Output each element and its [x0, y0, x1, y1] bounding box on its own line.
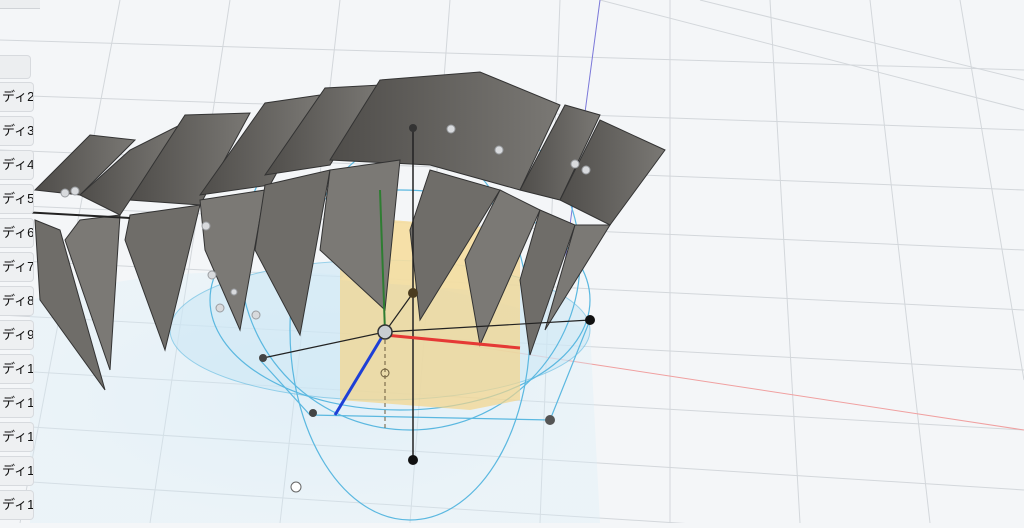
layer-item[interactable]: ディ10	[0, 354, 34, 384]
layer-item[interactable]: ディ6	[0, 218, 34, 248]
layer-item[interactable]: ディ9	[0, 320, 34, 350]
3d-viewport[interactable]	[0, 0, 1024, 528]
layer-item[interactable]: ディ5	[0, 184, 34, 214]
layer-panel: ディ2 ディ3 ディ4 ディ5 ディ6 ディ7 ディ8 ディ9 ディ10 ディ11 ディ12 ディ13…	[0, 0, 40, 523]
panel-top-tab[interactable]	[0, 0, 40, 9]
viewport-canvas[interactable]	[0, 0, 1024, 528]
layer-item[interactable]: ディ17	[0, 490, 34, 520]
layer-item[interactable]: ディ2	[0, 82, 34, 112]
layer-item[interactable]: ディ11	[0, 388, 34, 418]
layer-item[interactable]: ディ13	[0, 456, 34, 486]
panel-collapsed-item[interactable]	[0, 55, 31, 79]
layer-item[interactable]: ディ3	[0, 116, 34, 146]
layer-item[interactable]: ディ12	[0, 422, 34, 452]
layer-item[interactable]: ディ8	[0, 286, 34, 316]
layer-item[interactable]: ディ7	[0, 252, 34, 282]
layer-item[interactable]: ディ4	[0, 150, 34, 180]
